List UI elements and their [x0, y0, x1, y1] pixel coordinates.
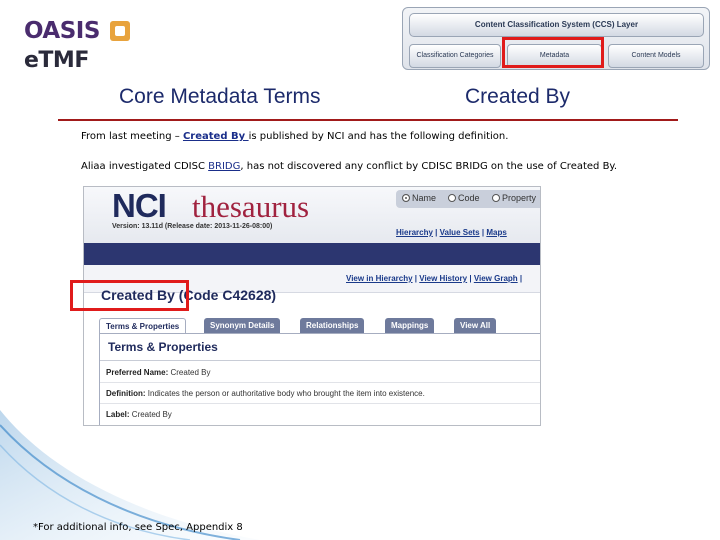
tab-mappings[interactable]: Mappings [385, 318, 435, 333]
radio-icon [492, 194, 500, 202]
nci-nav-bar [84, 243, 540, 265]
nci-header: NCI thesaurus Version: 13.11d (Release d… [84, 187, 540, 243]
link-hierarchy[interactable]: Hierarchy [396, 228, 433, 237]
created-by-highlight-box [70, 280, 189, 311]
radio-property[interactable]: Property [492, 193, 536, 203]
heading-created-by: Created By [465, 85, 571, 108]
link-view-graph[interactable]: View Graph [474, 274, 518, 283]
link-view-in-hierarchy[interactable]: View in Hierarchy [346, 274, 413, 283]
footnote: *For additional info, see Spec, Appendix… [33, 522, 243, 533]
panel-divider [100, 360, 540, 361]
logo-mark-icon [110, 21, 130, 41]
row-divider [100, 382, 540, 383]
tab-relationships[interactable]: Relationships [300, 318, 365, 333]
nci-brand: NCI [112, 187, 167, 224]
created-by-link[interactable]: Created By [183, 131, 249, 142]
ccs-content-models: Content Models [608, 44, 704, 68]
panel-title: Terms & Properties [108, 340, 218, 354]
radio-code[interactable]: Code [448, 193, 480, 203]
decorative-swoosh [0, 410, 260, 540]
nci-view-links: View in Hierarchy | View History | View … [346, 274, 523, 283]
metadata-highlight-box [502, 37, 604, 68]
link-maps[interactable]: Maps [486, 228, 506, 237]
link-value-sets[interactable]: Value Sets [440, 228, 480, 237]
nci-search-options: Name Code Property [396, 190, 540, 208]
logo-etmf-text: eTMF [24, 48, 89, 73]
radio-name[interactable]: Name [402, 193, 436, 203]
nci-top-links: Hierarchy | Value Sets | Maps [396, 228, 507, 237]
nci-version: Version: 13.11d (Release date: 2013-11-2… [112, 223, 273, 230]
radio-selected-icon [402, 194, 410, 202]
tab-view-all[interactable]: View All [454, 318, 497, 333]
logo-oasis-text: OASIS [24, 18, 100, 44]
bridg-link[interactable]: BRIDG [208, 161, 240, 172]
paragraph-last-meeting: From last meeting – Created By is publis… [81, 131, 509, 142]
radio-icon [448, 194, 456, 202]
tab-terms-properties[interactable]: Terms & Properties [99, 318, 187, 333]
tab-synonym-details[interactable]: Synonym Details [204, 318, 281, 333]
ccs-classification-categories: Classification Categories [409, 44, 501, 68]
ccs-layer-title: Content Classification System (CCS) Laye… [409, 13, 704, 37]
heading-core-metadata-terms: Core Metadata Terms [119, 85, 321, 108]
paragraph-bridg-investigation: Aliaa investigated CDISC BRIDG, has not … [81, 161, 618, 172]
oasis-etmf-logo: OASIS eTMF [24, 18, 139, 74]
row-preferred-name: Preferred Name: Created By [106, 368, 211, 377]
heading-divider [58, 119, 678, 121]
row-definition: Definition: Indicates the person or auth… [106, 389, 425, 398]
link-view-history[interactable]: View History [419, 274, 467, 283]
nci-thesaurus-brand: thesaurus [192, 189, 310, 224]
